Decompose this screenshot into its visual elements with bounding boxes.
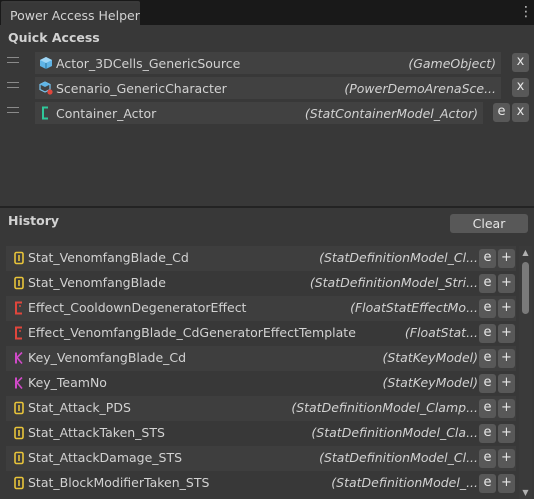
add-to-quick-access-button[interactable]: +: [498, 299, 515, 318]
history-row[interactable]: Stat_BlockModifierTaken_STS (StatDefiniti…: [6, 471, 516, 496]
stat-effect-icon: [12, 301, 26, 315]
item-type: (GameObject): [408, 56, 496, 71]
drag-handle-icon[interactable]: [7, 57, 19, 63]
add-to-quick-access-button[interactable]: +: [498, 274, 515, 293]
edit-button[interactable]: e: [479, 424, 496, 443]
item-name: Effect_VenomfangBlade_CdGeneratorEffectT…: [28, 325, 356, 340]
stat-definition-icon: [12, 476, 26, 490]
stat-container-icon: [39, 106, 53, 120]
history-list: Stat_VenomfangBlade_Cd (StatDefinitionMod…: [6, 246, 516, 499]
stat-effect-icon: [12, 326, 26, 340]
item-name: Stat_VenomfangBlade: [28, 275, 166, 290]
add-to-quick-access-button[interactable]: +: [498, 249, 515, 268]
history-scrollbar[interactable]: ▲ ▼: [519, 246, 532, 499]
item-type: (StatDefinitionModel_Clamp...: [291, 400, 478, 415]
quick-access-panel: Quick Access Actor_3DCells_GenericSource…: [1, 25, 533, 206]
item-name: Stat_AttackTaken_STS: [28, 425, 165, 440]
stat-key-icon: [12, 351, 26, 365]
edit-button[interactable]: e: [479, 274, 496, 293]
history-row[interactable]: Stat_VenomfangBlade_Cd (StatDefinitionMod…: [6, 246, 516, 271]
item-name: Key_VenomfangBlade_Cd: [28, 350, 187, 365]
quick-access-title: Quick Access: [8, 30, 100, 45]
add-to-quick-access-button[interactable]: +: [498, 424, 515, 443]
stat-definition-icon: [12, 251, 26, 265]
quick-access-row: Container_Actor (StatContainerModel_Actor…: [1, 101, 533, 126]
item-name: Container_Actor: [56, 106, 157, 121]
item-name: Stat_VenomfangBlade_Cd: [28, 250, 189, 265]
item-name: Stat_BlockModifierTaken_STS: [28, 475, 210, 490]
clear-history-button[interactable]: Clear: [450, 214, 528, 233]
item-type: (StatDefinitionModel_Cl...: [319, 250, 478, 265]
window-tab[interactable]: Power Access Helper: [1, 1, 140, 25]
history-row[interactable]: Effect_CooldownDegeneratorEffect (FloatSt…: [6, 296, 516, 321]
history-row[interactable]: Stat_Attack_PDS (StatDefinitionModel_Clam…: [6, 396, 516, 421]
quick-access-row: Actor_3DCells_GenericSource (GameObject) x: [1, 51, 533, 76]
history-row[interactable]: Stat_AttackDamage_STS (StatDefinitionMode…: [6, 446, 516, 471]
history-title: History: [8, 213, 60, 228]
add-to-quick-access-button[interactable]: +: [498, 399, 515, 418]
item-name: Actor_3DCells_GenericSource: [56, 56, 241, 71]
object-field[interactable]: Container_Actor (StatContainerModel_Actor…: [35, 102, 483, 124]
edit-button[interactable]: e: [493, 103, 510, 122]
history-row[interactable]: Effect_VenomfangBlade_CdGeneratorEffectT…: [6, 321, 516, 346]
history-row[interactable]: Stat_AttackTaken_STS (StatDefinitionModel…: [6, 421, 516, 446]
edit-button[interactable]: e: [479, 324, 496, 343]
item-type: (StatDefinitionModel_Stri...: [309, 275, 478, 290]
edit-button[interactable]: e: [479, 374, 496, 393]
stat-definition-icon: [12, 401, 26, 415]
drag-handle-icon[interactable]: [7, 82, 19, 88]
item-type: (FloatStat...: [404, 325, 478, 340]
item-type: (StatDefinitionModel_Cl...: [319, 450, 478, 465]
scroll-thumb[interactable]: [522, 262, 529, 314]
item-type: (StatContainerModel_Actor): [304, 106, 478, 121]
edit-button[interactable]: e: [479, 299, 496, 318]
item-type: (StatDefinitionModel_Cla...: [311, 425, 478, 440]
item-type: (StatKeyModel): [382, 350, 478, 365]
add-to-quick-access-button[interactable]: +: [498, 374, 515, 393]
item-type: (PowerDemoArenaSce...: [344, 81, 496, 96]
history-panel: History Clear Stat_VenomfangBlade_Cd (Sta…: [1, 208, 533, 499]
item-type: (FloatStatEffectMo...: [350, 300, 478, 315]
scroll-up-icon[interactable]: ▲: [521, 248, 530, 257]
kebab-menu-icon[interactable]: ⋮: [519, 5, 533, 19]
remove-button[interactable]: x: [512, 103, 529, 122]
remove-button[interactable]: x: [512, 78, 529, 97]
drag-handle-icon[interactable]: [7, 107, 19, 113]
edit-button[interactable]: e: [479, 349, 496, 368]
object-field[interactable]: Actor_3DCells_GenericSource (GameObject): [35, 52, 501, 74]
stat-definition-icon: [12, 426, 26, 440]
stat-key-icon: [12, 376, 26, 390]
add-to-quick-access-button[interactable]: +: [498, 449, 515, 468]
item-name: Effect_CooldownDegeneratorEffect: [28, 300, 247, 315]
item-name: Scenario_GenericCharacter: [56, 81, 227, 96]
remove-button[interactable]: x: [512, 53, 529, 72]
item-type: (StatDefinitionModel_...: [331, 475, 478, 490]
object-field[interactable]: Scenario_GenericCharacter (PowerDemoArena…: [35, 77, 501, 99]
window-title: Power Access Helper: [10, 8, 140, 23]
edit-button[interactable]: e: [479, 449, 496, 468]
stat-definition-icon: [12, 276, 26, 290]
item-name: Key_TeamNo: [28, 375, 107, 390]
item-name: Stat_Attack_PDS: [28, 400, 131, 415]
add-to-quick-access-button[interactable]: +: [498, 349, 515, 368]
quick-access-row: Scenario_GenericCharacter (PowerDemoArena…: [1, 76, 533, 101]
stat-definition-icon: [12, 451, 26, 465]
edit-button[interactable]: e: [479, 474, 496, 493]
add-to-quick-access-button[interactable]: +: [498, 324, 515, 343]
history-row[interactable]: Key_VenomfangBlade_Cd (StatKeyModel) e +: [6, 346, 516, 371]
history-row[interactable]: Key_TeamNo (StatKeyModel) e +: [6, 371, 516, 396]
prefab-cube-icon: [39, 56, 53, 70]
prefab-variant-icon: [39, 81, 53, 95]
add-to-quick-access-button[interactable]: +: [498, 474, 515, 493]
item-name: Stat_AttackDamage_STS: [28, 450, 183, 465]
editor-tab-bar: Power Access Helper ⋮: [0, 0, 534, 25]
edit-button[interactable]: e: [479, 249, 496, 268]
item-type: (StatKeyModel): [382, 375, 478, 390]
history-row[interactable]: Stat_VenomfangBlade (StatDefinitionModel_…: [6, 271, 516, 296]
edit-button[interactable]: e: [479, 399, 496, 418]
scroll-down-icon[interactable]: ▼: [521, 488, 530, 497]
